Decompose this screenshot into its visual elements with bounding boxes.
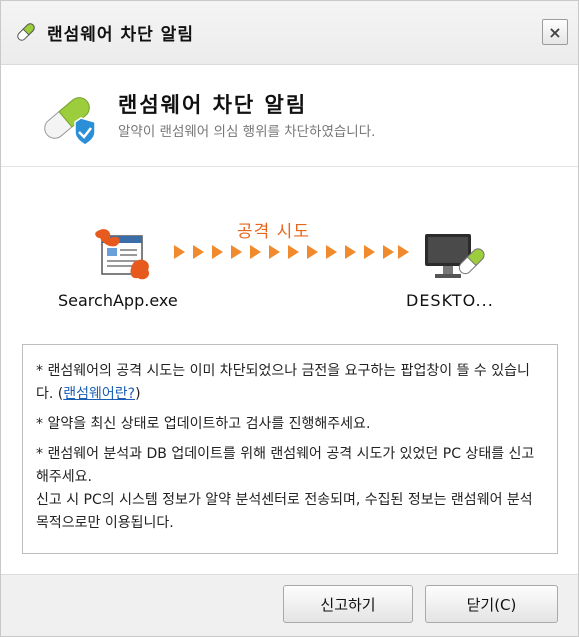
notice-line-privacy: 신고 시 PC의 시스템 정보가 알약 분석센터로 전송되며, 수집된 정보는 … (36, 492, 533, 531)
protected-pc-icon (425, 234, 485, 278)
infected-app-icon (95, 229, 150, 280)
close-button[interactable]: 닫기(C) (425, 585, 558, 623)
close-icon[interactable]: × (542, 19, 568, 45)
report-button[interactable]: 신고하기 (283, 585, 413, 623)
attack-attempt-label: 공격 시도 (237, 222, 310, 242)
what-is-ransomware-link[interactable]: 랜섬웨어란? (63, 386, 135, 402)
title-bar[interactable]: 랜섬웨어 차단 알림 × (1, 1, 578, 65)
notice-line-popup: * 랜섬웨어의 공격 시도는 이미 차단되었으나 금전을 요구하는 팝업창이 뜰… (36, 360, 547, 406)
alert-header: 랜섬웨어 차단 알림 알약이 랜섬웨어 의심 행위를 차단하였습니다. (1, 66, 578, 167)
header-title: 랜섬웨어 차단 알림 (118, 93, 308, 117)
ransomware-alert-window: 랜섬웨어 차단 알림 × 랜섬웨어 차단 알림 알약이 랜섬웨어 의심 행위를 … (0, 0, 579, 637)
notice-popup-end: ) (135, 386, 141, 402)
attack-direction-arrows-icon (174, 245, 409, 259)
header-subtitle: 알약이 랜섬웨어 의심 행위를 차단하였습니다. (118, 124, 376, 140)
notice-box: * 랜섬웨어의 공격 시도는 이미 차단되었으나 금전을 요구하는 팝업창이 뜰… (22, 344, 558, 554)
source-process-name: SearchApp.exe (58, 291, 178, 310)
notice-line-update: * 알약을 최신 상태로 업데이트하고 검사를 진행해주세요. (36, 416, 371, 432)
shield-pill-icon (44, 97, 96, 146)
alyac-pill-icon (17, 23, 35, 41)
notice-line-report: * 랜섬웨어 분석과 DB 업데이트를 위해 랜섬웨어 공격 시도가 있었던 P… (36, 446, 535, 485)
window-title: 랜섬웨어 차단 알림 (47, 25, 194, 45)
footer-bar: 신고하기 닫기(C) (1, 574, 578, 636)
target-pc-name: DESKTO... (406, 291, 494, 310)
